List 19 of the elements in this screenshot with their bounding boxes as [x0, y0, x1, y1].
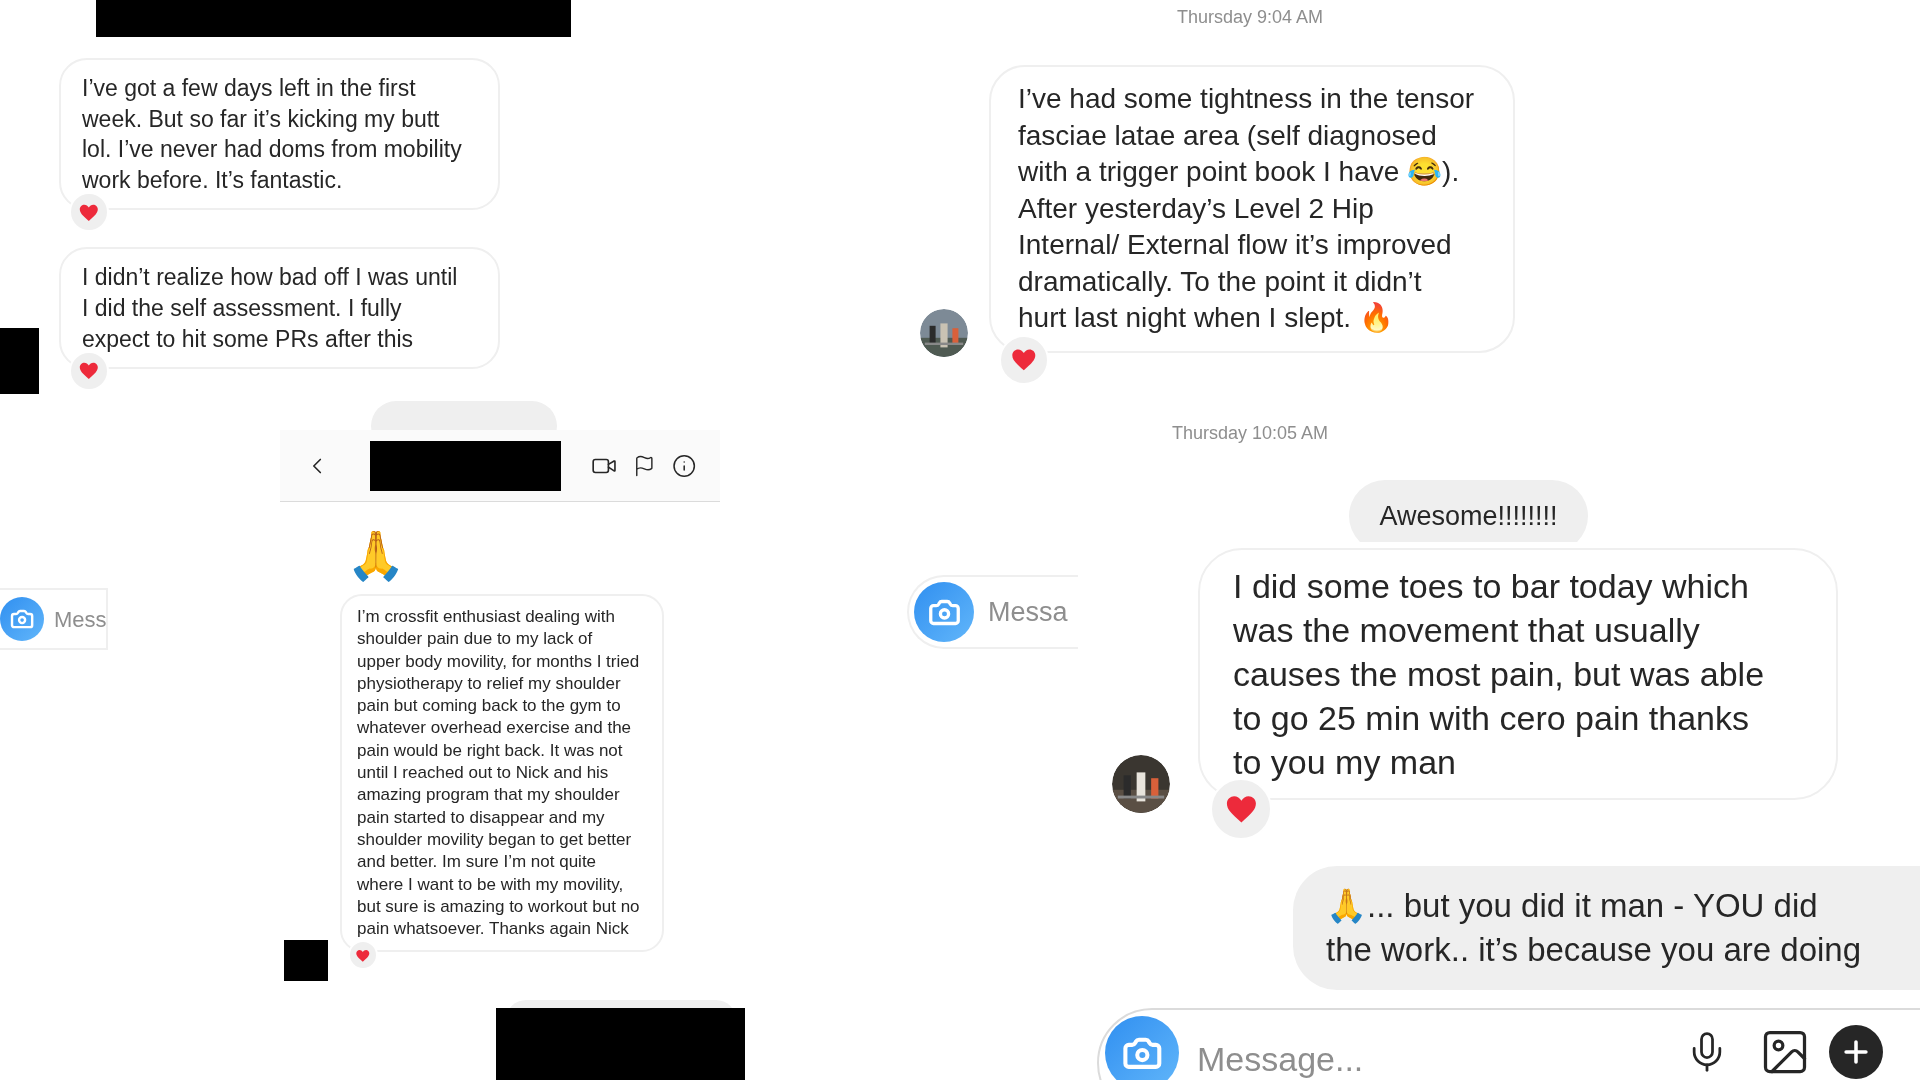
message-field[interactable]: Mess — [54, 602, 106, 636]
camera-button[interactable] — [0, 597, 44, 641]
message-composer[interactable]: Message... — [1097, 1008, 1920, 1080]
camera-button[interactable] — [1105, 1016, 1179, 1080]
message-line: the work.. it’s because you are doing — [1326, 930, 1862, 970]
message-field[interactable]: Message... — [1197, 1034, 1597, 1080]
message-composer[interactable]: Mess — [0, 588, 108, 650]
timestamp: Thursday 10:05 AM — [1171, 422, 1329, 445]
prayer-emoji: 🙏 — [346, 528, 406, 584]
heart-icon — [78, 360, 100, 382]
redaction-bar — [0, 328, 39, 394]
heart-icon — [355, 947, 371, 964]
timestamp: Thursday 9:04 AM — [1176, 6, 1324, 29]
message-field[interactable]: Messa — [988, 591, 1076, 633]
camera-button[interactable] — [914, 582, 974, 642]
add-button[interactable] — [1829, 1025, 1883, 1079]
redaction-bar — [284, 940, 328, 981]
message-composer[interactable]: Messa — [907, 575, 1078, 649]
message-line: 🙏... but you did it man - YOU did — [1326, 886, 1818, 926]
